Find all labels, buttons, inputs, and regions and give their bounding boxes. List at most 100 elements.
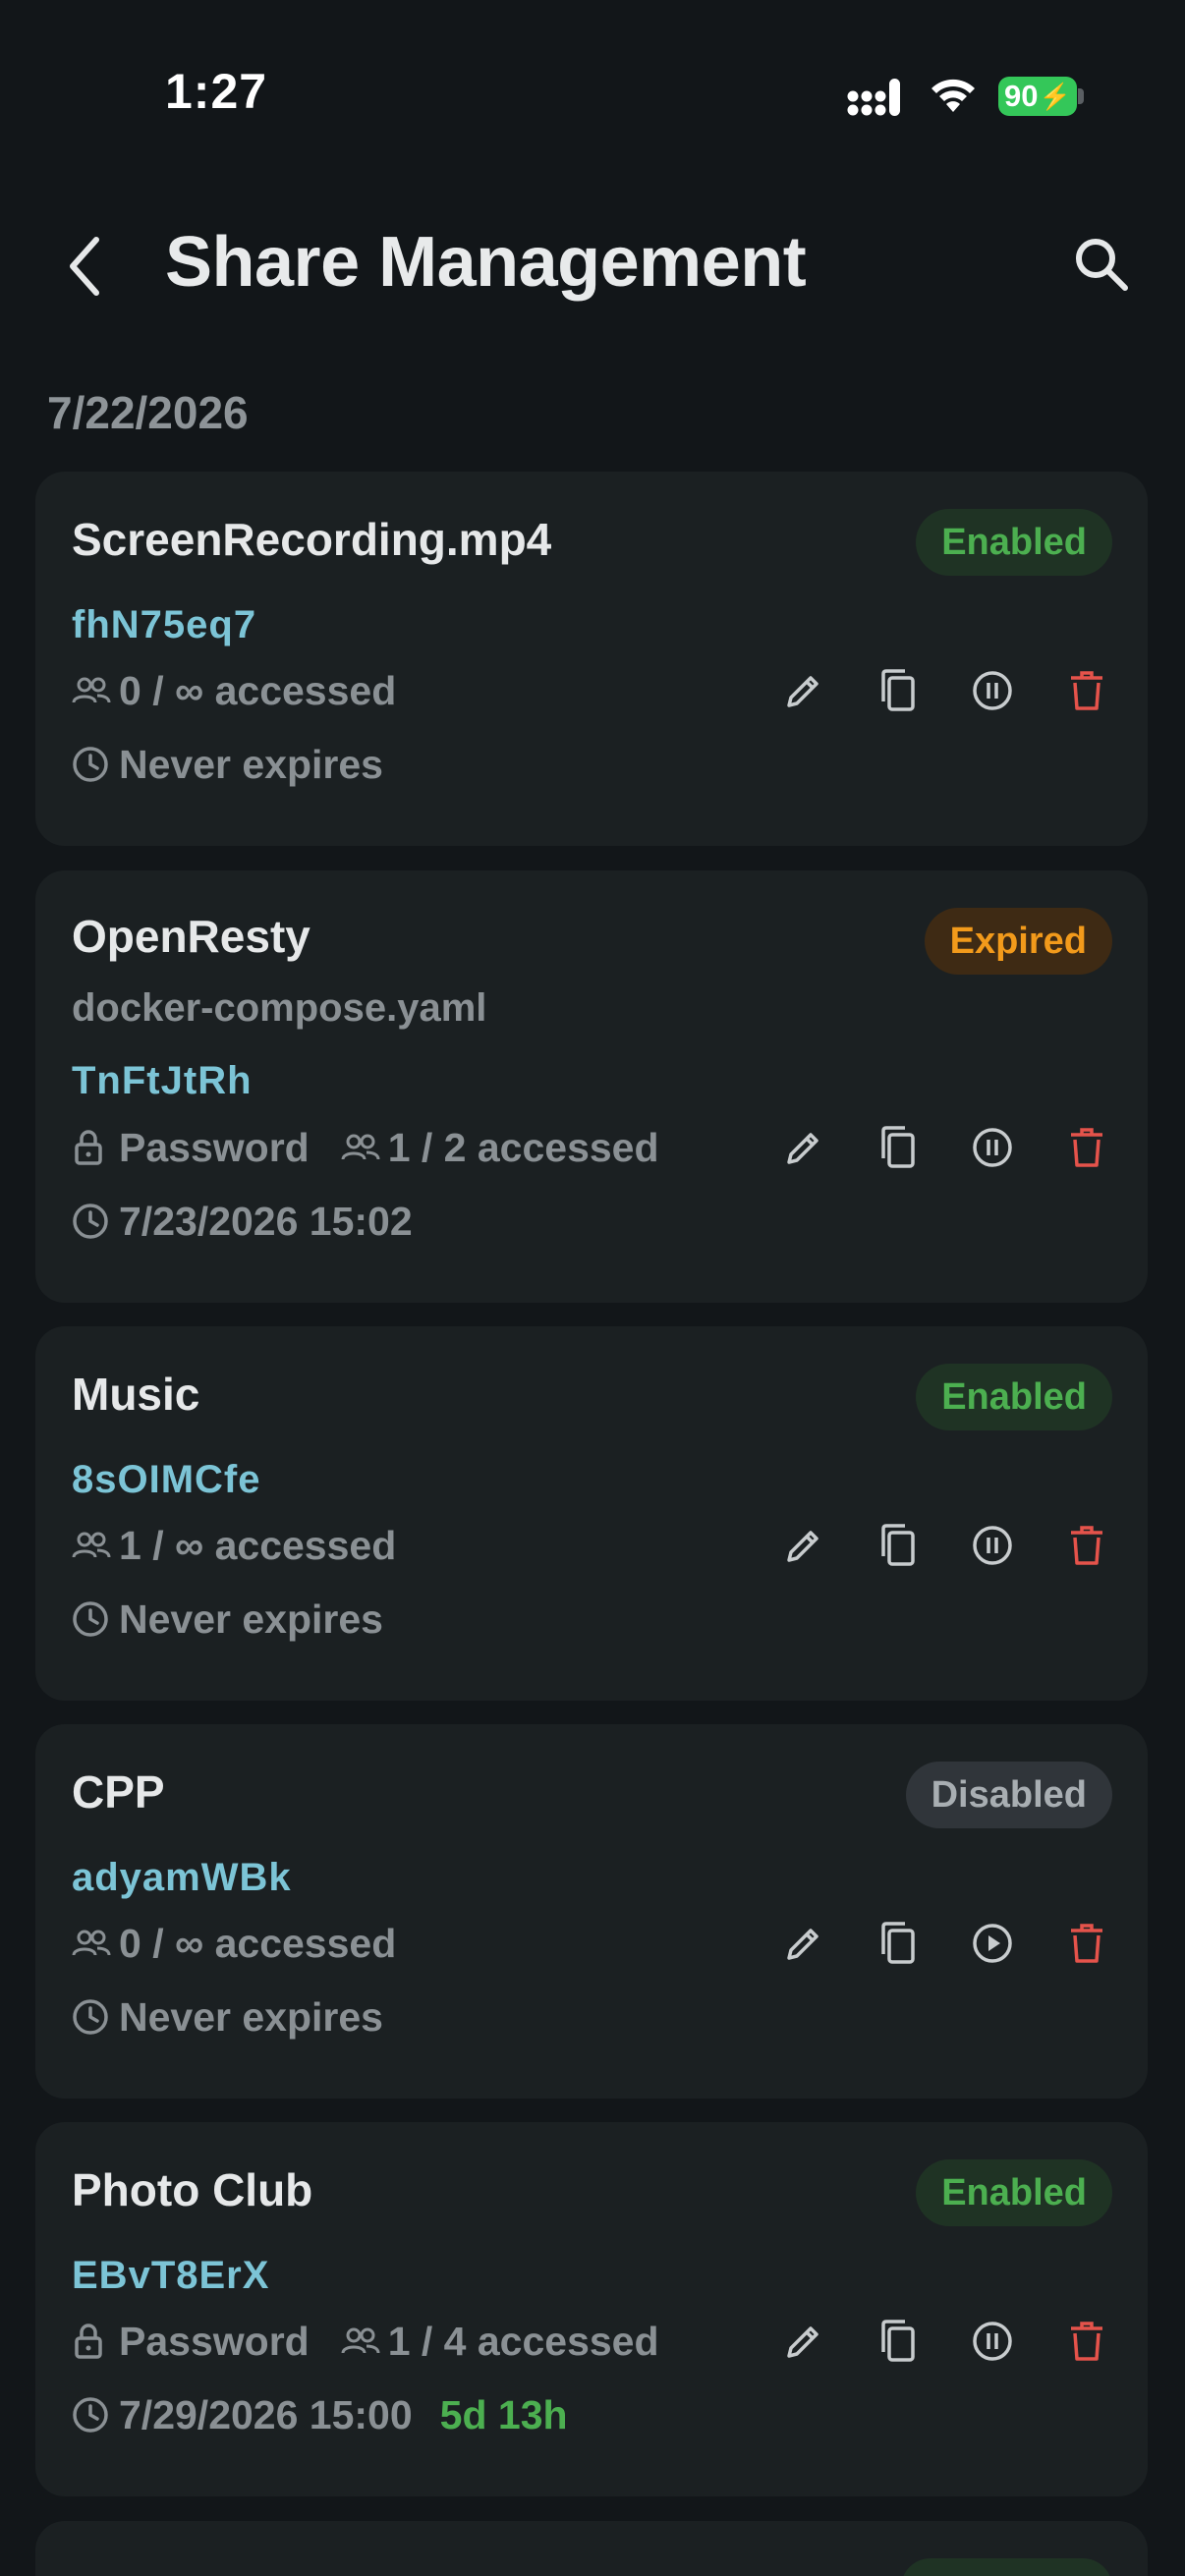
app-header: Share Management (0, 196, 1185, 334)
status-badge: Expired (924, 908, 1112, 975)
edit-button[interactable] (774, 2312, 833, 2371)
access-count: 0 / ∞ accessed (119, 667, 397, 713)
clock-icon (72, 1599, 111, 1639)
copy-icon (881, 669, 915, 711)
share-card[interactable]: OpenResty Expired docker-compose.yaml Tn… (35, 870, 1148, 1303)
search-button[interactable] (1067, 230, 1136, 299)
copy-button[interactable] (869, 661, 928, 720)
share-name: CPP (72, 1766, 165, 1818)
share-expiry-row: Never expires (72, 1992, 383, 2042)
expiry-text: 7/23/2026 15:02 (119, 1198, 413, 1244)
edit-button[interactable] (774, 1118, 833, 1177)
access-count: 0 / ∞ accessed (119, 1920, 397, 1966)
charging-bolt-icon: ⚡ (1039, 81, 1071, 111)
page-title: Share Management (165, 223, 807, 302)
share-expiry-row: Never expires (72, 740, 383, 789)
play-icon (973, 1924, 1012, 1963)
edit-button[interactable] (774, 661, 833, 720)
password-label: Password (119, 2318, 310, 2364)
delete-button[interactable] (1057, 2312, 1116, 2371)
lock-icon (72, 1128, 111, 1167)
pause-icon (973, 2322, 1012, 2361)
copy-button[interactable] (869, 1914, 928, 1973)
search-icon (1076, 239, 1128, 291)
pause-icon (973, 1128, 1012, 1167)
trash-icon (1071, 1526, 1102, 1565)
status-badge-partial (901, 2558, 1112, 2576)
status-badge: Enabled (916, 509, 1112, 576)
battery-cap (1078, 88, 1084, 104)
clock-icon (72, 1997, 111, 2037)
pencil-icon (787, 676, 818, 707)
expiry-text: Never expires (119, 1993, 383, 2040)
pause-icon (973, 1526, 1012, 1565)
status-time: 1:27 (165, 64, 268, 119)
access-count: 1 / 2 accessed (387, 1124, 659, 1170)
resume-button[interactable] (963, 1914, 1022, 1973)
share-code[interactable]: fhN75eq7 (72, 603, 256, 647)
clock-icon (72, 745, 111, 784)
pencil-icon (787, 1929, 818, 1960)
share-code[interactable]: TnFtJtRh (72, 1059, 253, 1103)
edit-button[interactable] (774, 1516, 833, 1575)
users-icon (72, 1924, 111, 1963)
back-button[interactable] (55, 232, 114, 301)
users-icon (341, 1128, 380, 1167)
pause-button[interactable] (963, 2312, 1022, 2371)
pause-button[interactable] (963, 1516, 1022, 1575)
share-actions (774, 2312, 1116, 2371)
edit-button[interactable] (774, 1914, 833, 1973)
share-card[interactable]: Photo Club Enabled EBvT8ErX Password 1 /… (35, 2122, 1148, 2496)
users-icon (341, 2322, 380, 2361)
pause-button[interactable] (963, 1118, 1022, 1177)
copy-button[interactable] (869, 2312, 928, 2371)
delete-button[interactable] (1057, 661, 1116, 720)
delete-button[interactable] (1057, 1118, 1116, 1177)
chevron-left-icon (70, 237, 99, 296)
copy-icon (881, 1126, 915, 1168)
copy-button[interactable] (869, 1516, 928, 1575)
share-expiry-row: 7/29/2026 15:00 5d 13h (72, 2390, 568, 2439)
share-code[interactable]: 8sOIMCfe (72, 1458, 261, 1502)
share-meta-row: Password 1 / 2 accessed (72, 1123, 659, 1172)
pause-button[interactable] (963, 661, 1022, 720)
status-badge: Disabled (905, 1762, 1112, 1828)
copy-button[interactable] (869, 1118, 928, 1177)
trash-icon (1071, 1924, 1102, 1963)
delete-button[interactable] (1057, 1516, 1116, 1575)
users-icon (72, 671, 111, 710)
password-label: Password (119, 1124, 310, 1170)
pencil-icon (787, 2326, 818, 2358)
copy-icon (881, 1524, 915, 1566)
time-remaining: 5d 13h (439, 2391, 568, 2437)
share-actions (774, 1118, 1116, 1177)
share-expiry-row: 7/23/2026 15:02 (72, 1197, 413, 1246)
trash-icon (1071, 1128, 1102, 1167)
share-actions (774, 661, 1116, 720)
access-count: 1 / ∞ accessed (119, 1522, 397, 1568)
status-badge: Enabled (916, 1364, 1112, 1430)
date-group-header: 7/22/2026 (47, 387, 249, 438)
share-card[interactable]: Music Enabled 8sOIMCfe 1 / ∞ accessed Ne… (35, 1326, 1148, 1701)
battery-level: 90 (1004, 79, 1039, 113)
share-card[interactable]: ScreenRecording.mp4 Enabled fhN75eq7 0 /… (35, 472, 1148, 846)
users-icon (72, 1526, 111, 1565)
share-meta-row: 0 / ∞ accessed (72, 1919, 396, 1968)
status-bar: 1:27 90 ⚡ (0, 0, 1185, 187)
share-name: Music (72, 1369, 200, 1420)
share-card[interactable]: CPP Disabled adyamWBk 0 / ∞ accessed Nev… (35, 1724, 1148, 2099)
battery-indicator: 90 ⚡ (998, 77, 1077, 116)
delete-button[interactable] (1057, 1914, 1116, 1973)
access-count: 1 / 4 accessed (387, 2318, 659, 2364)
share-meta-row: Password 1 / 4 accessed (72, 2317, 659, 2366)
share-card-partial[interactable] (35, 2521, 1148, 2576)
pause-icon (973, 671, 1012, 710)
share-actions (774, 1516, 1116, 1575)
share-code[interactable]: EBvT8ErX (72, 2254, 269, 2298)
share-code[interactable]: adyamWBk (72, 1856, 292, 1900)
lock-icon (72, 2322, 111, 2361)
share-name: ScreenRecording.mp4 (72, 514, 552, 565)
trash-icon (1071, 671, 1102, 710)
cellular-signal-icon (847, 79, 900, 116)
share-name: Photo Club (72, 2164, 313, 2215)
